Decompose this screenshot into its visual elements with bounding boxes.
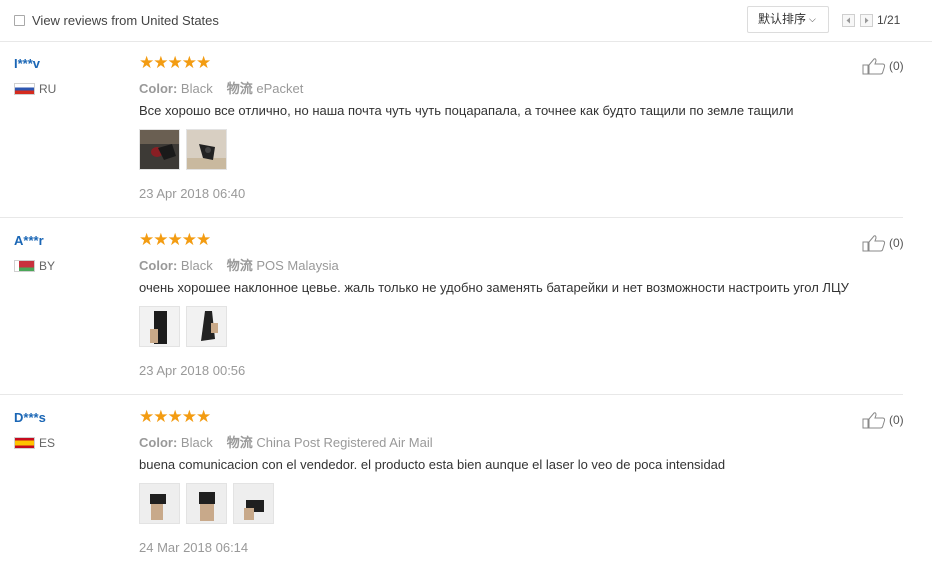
review-photo[interactable] <box>139 483 180 524</box>
chevron-down-icon: ⌵ <box>809 14 816 24</box>
helpful-button[interactable]: (0) <box>862 411 904 429</box>
review-text: очень хорошее наклонное цевье. жаль толь… <box>139 280 849 295</box>
belarus-flag-icon <box>14 260 35 272</box>
helpful-button[interactable]: (0) <box>862 57 904 75</box>
us-filter-label[interactable]: View reviews from United States <box>32 13 219 28</box>
review-photos <box>139 306 227 347</box>
reviewer-name[interactable]: D***s <box>14 410 46 425</box>
review-text: Все хорошо все отлично, но наша почта чу… <box>139 103 794 118</box>
helpful-button[interactable]: (0) <box>862 234 904 252</box>
chevron-left-icon <box>846 17 850 24</box>
sort-dropdown[interactable]: 默认排序 ⌵ <box>747 6 829 33</box>
thumbs-up-icon <box>862 58 886 75</box>
star-rating: ★★★★★ <box>139 53 211 72</box>
reviewer-name[interactable]: A***r <box>14 233 44 248</box>
order-attributes: Color: Black 物流 China Post Registered Air… <box>139 435 433 450</box>
reviewer-country: RU <box>14 82 56 96</box>
reviewer-country: BY <box>14 259 55 273</box>
thumbs-up-icon <box>862 235 886 252</box>
russia-flag-icon <box>14 83 35 95</box>
review-date: 23 Apr 2018 00:56 <box>139 363 246 378</box>
review-text: buena comunicacion con el vendedor. el p… <box>139 457 726 472</box>
divider <box>0 217 903 218</box>
divider <box>0 394 903 395</box>
review-date: 24 Mar 2018 06:14 <box>139 540 249 555</box>
review-photo[interactable] <box>186 306 227 347</box>
sort-label: 默认排序 <box>758 12 807 26</box>
star-rating: ★★★★★ <box>139 407 211 426</box>
reviews-toolbar: View reviews from United States 默认排序 ⌵ 1/… <box>0 0 932 42</box>
next-page-button[interactable] <box>860 14 873 27</box>
spain-flag-icon <box>14 437 35 449</box>
reviewer-name[interactable]: I***v <box>14 56 40 71</box>
review-photo[interactable] <box>186 483 227 524</box>
order-attributes: Color: Black 物流 ePacket <box>139 81 304 96</box>
thumbs-up-icon <box>862 412 886 429</box>
review-photo[interactable] <box>233 483 274 524</box>
us-filter-checkbox[interactable] <box>14 15 25 26</box>
review-photo[interactable] <box>186 129 227 170</box>
review-photo[interactable] <box>139 129 180 170</box>
chevron-right-icon <box>865 17 869 24</box>
star-rating: ★★★★★ <box>139 230 211 249</box>
review-photos <box>139 129 227 170</box>
review-photos <box>139 483 274 524</box>
page-indicator: 1/21 <box>877 13 901 27</box>
prev-page-button[interactable] <box>842 14 855 27</box>
order-attributes: Color: Black 物流 POS Malaysia <box>139 258 339 273</box>
review-photo[interactable] <box>139 306 180 347</box>
reviewer-country: ES <box>14 436 55 450</box>
review-date: 23 Apr 2018 06:40 <box>139 186 246 201</box>
